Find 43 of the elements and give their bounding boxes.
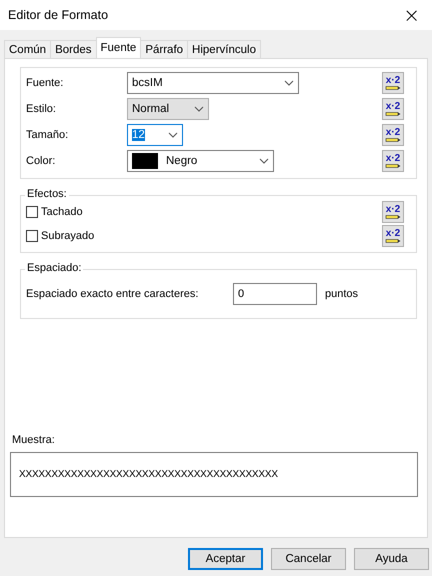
pencil-icon	[385, 138, 401, 142]
combo-box[interactable]: bcsIM	[127, 72, 299, 94]
field-label: Fuente:	[26, 77, 64, 89]
field-label: Color:	[26, 155, 56, 167]
input-field[interactable]: 0	[233, 283, 317, 305]
checkbox-label: Subrayado	[41, 230, 94, 242]
caret-icon	[259, 158, 269, 164]
reset-button[interactable]: x·2	[382, 150, 404, 172]
caret-icon	[168, 132, 178, 138]
sample-preview: XXXXXXXXXXXXXXXXXXXXXXXXXXXXXXXXXXXXXXXX	[10, 452, 418, 497]
caret-icon	[284, 80, 294, 86]
dialog-button[interactable]: Aceptar	[188, 548, 263, 570]
tab[interactable]: Hipervínculo	[187, 40, 261, 58]
reset-button[interactable]: x·2	[382, 98, 404, 120]
reset-button[interactable]: x·2	[382, 124, 404, 146]
window-title: Editor de Formato	[8, 8, 108, 22]
checkbox-label: Tachado	[41, 206, 83, 218]
reset-button[interactable]: x·2	[382, 72, 404, 94]
dialog-button[interactable]: Cancelar	[271, 548, 346, 570]
checkbox[interactable]	[26, 206, 38, 218]
pencil-icon	[385, 86, 401, 90]
dialog-button[interactable]: Ayuda	[354, 548, 429, 570]
reset-button[interactable]: x·2	[382, 225, 404, 247]
dropdown[interactable]: Normal	[127, 98, 209, 120]
reset-button[interactable]: x·2	[382, 201, 404, 223]
checkbox[interactable]	[26, 230, 38, 242]
pencil-icon	[385, 164, 401, 168]
group-title: Espaciado:	[25, 262, 84, 274]
close-button[interactable]: ×	[399, 3, 424, 27]
field-label: Estilo:	[26, 103, 57, 115]
combo-box[interactable]: 12	[127, 124, 183, 146]
field-label: Tamaño:	[26, 129, 70, 141]
tab[interactable]: Fuente	[96, 37, 142, 58]
pencil-icon	[385, 112, 401, 116]
combo-box[interactable]: Negro	[127, 150, 274, 172]
unit-label: puntos	[325, 288, 358, 300]
caret-icon	[194, 106, 204, 112]
tab[interactable]: Común	[4, 40, 52, 58]
pencil-icon	[385, 239, 401, 243]
group-title: Efectos:	[25, 188, 69, 200]
sample-label: Muestra:	[12, 434, 56, 446]
field-label: Espaciado exacto entre caracteres:	[26, 288, 200, 300]
pencil-icon	[385, 215, 401, 219]
